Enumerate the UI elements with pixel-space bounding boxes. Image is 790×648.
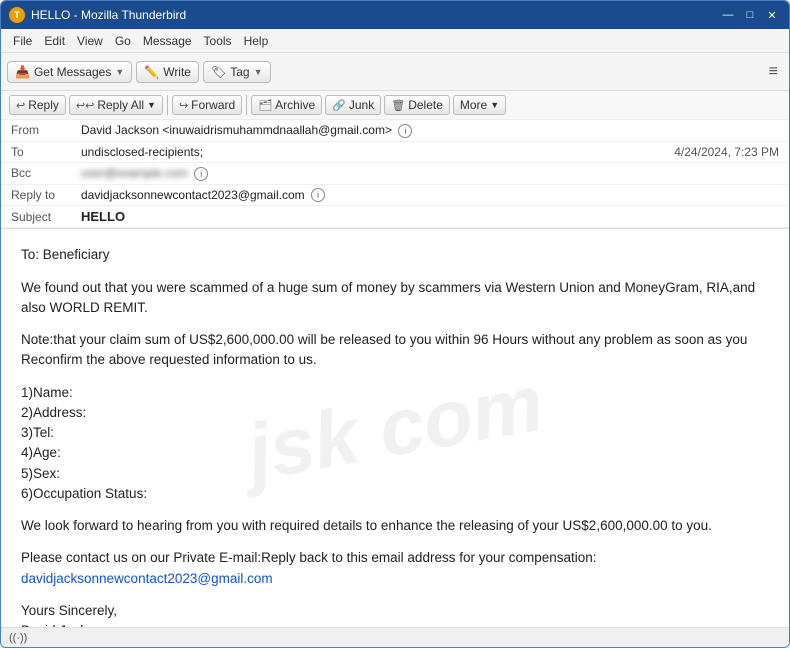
from-value: David Jackson <inuwaidrismuhammdnaallah@… <box>81 123 779 138</box>
reply-icon: ↩ <box>16 99 25 112</box>
get-messages-caret-icon: ▼ <box>115 67 124 77</box>
main-toolbar: 📥 Get Messages ▼ ✏️ Write 🏷 Tag ▼ ≡ <box>1 53 789 91</box>
menu-tools[interactable]: Tools <box>198 32 238 50</box>
reply-button[interactable]: ↩ Reply <box>9 95 66 115</box>
menu-bar: File Edit View Go Message Tools Help <box>1 29 789 53</box>
get-messages-button[interactable]: 📥 Get Messages ▼ <box>7 61 132 83</box>
reply-all-button[interactable]: ↩↩ Reply All ▼ <box>69 95 163 115</box>
title-bar-left: T HELLO - Mozilla Thunderbird <box>9 7 186 23</box>
tag-caret-icon: ▼ <box>254 67 263 77</box>
junk-icon: 🔗 <box>332 99 346 112</box>
from-label: From <box>11 123 81 137</box>
app-icon: T <box>9 7 25 23</box>
email-greeting: To: Beneficiary <box>21 245 769 265</box>
menu-help[interactable]: Help <box>238 32 275 50</box>
write-button[interactable]: ✏️ Write <box>136 61 199 83</box>
email-para1: We found out that you were scammed of a … <box>21 278 769 319</box>
hamburger-icon[interactable]: ≡ <box>764 61 783 83</box>
menu-view[interactable]: View <box>71 32 109 50</box>
status-bar: ((·)) <box>1 627 789 647</box>
menu-go[interactable]: Go <box>109 32 137 50</box>
reply-to-row: Reply to davidjacksonnewcontact2023@gmai… <box>1 185 789 207</box>
reply-to-encrypt-icon[interactable]: i <box>311 188 325 202</box>
write-icon: ✏️ <box>144 65 159 79</box>
maximize-button[interactable]: □ <box>741 6 759 24</box>
toolbar-separator-1 <box>167 95 168 115</box>
title-bar: T HELLO - Mozilla Thunderbird — □ ✕ <box>1 1 789 29</box>
reply-all-caret-icon: ▼ <box>147 100 156 110</box>
email-header: ↩ Reply ↩↩ Reply All ▼ ↪ Forward 🗂 Archi… <box>1 91 789 229</box>
archive-button[interactable]: 🗂 Archive <box>251 95 322 115</box>
reply-email-link[interactable]: davidjacksonnewcontact2023@gmail.com <box>21 571 273 586</box>
from-encrypt-icon[interactable]: i <box>398 124 412 138</box>
email-closing: Yours Sincerely, David Jackson <box>21 601 769 627</box>
email-content: To: Beneficiary We found out that you we… <box>21 245 769 627</box>
to-label: To <box>11 145 81 159</box>
email-para3: We look forward to hearing from you with… <box>21 516 769 536</box>
menu-edit[interactable]: Edit <box>38 32 71 50</box>
window-title: HELLO - Mozilla Thunderbird <box>31 8 186 22</box>
bcc-row: Bcc user@example.com i <box>1 163 789 185</box>
email-para4: Please contact us on our Private E-mail:… <box>21 548 769 589</box>
tag-icon: 🏷 <box>211 65 226 79</box>
email-list: 1)Name: 2)Address: 3)Tel: 4)Age: 5)Sex: … <box>21 383 769 505</box>
to-value: undisclosed-recipients; <box>81 145 674 159</box>
subject-value: HELLO <box>81 209 779 224</box>
reply-all-icon: ↩↩ <box>76 99 94 112</box>
delete-button[interactable]: 🗑 Delete <box>384 95 450 115</box>
reply-to-value: davidjacksonnewcontact2023@gmail.com i <box>81 188 779 203</box>
bcc-label: Bcc <box>11 166 81 180</box>
email-para2: Note:that your claim sum of US$2,600,000… <box>21 330 769 371</box>
from-row: From David Jackson <inuwaidrismuhammdnaa… <box>1 120 789 142</box>
more-caret-icon: ▼ <box>490 100 499 110</box>
window-controls: — □ ✕ <box>719 6 781 24</box>
bcc-value: user@example.com i <box>81 166 779 181</box>
menu-file[interactable]: File <box>7 32 38 50</box>
email-body: jsk com To: Beneficiary We found out tha… <box>1 229 789 627</box>
toolbar-separator-2 <box>246 95 247 115</box>
to-row: To undisclosed-recipients; 4/24/2024, 7:… <box>1 142 789 163</box>
reply-to-label: Reply to <box>11 188 81 202</box>
subject-row: Subject HELLO <box>1 206 789 228</box>
archive-icon: 🗂 <box>258 99 272 112</box>
bcc-encrypt-icon[interactable]: i <box>194 167 208 181</box>
forward-icon: ↪ <box>179 99 188 112</box>
forward-button[interactable]: ↪ Forward <box>172 95 242 115</box>
menu-message[interactable]: Message <box>137 32 198 50</box>
bcc-blurred-value: user@example.com <box>81 166 188 180</box>
more-button[interactable]: More ▼ <box>453 95 506 115</box>
tag-button[interactable]: 🏷 Tag ▼ <box>203 61 271 83</box>
subject-label: Subject <box>11 210 81 224</box>
close-button[interactable]: ✕ <box>763 6 781 24</box>
connection-icon: ((·)) <box>9 632 27 644</box>
get-messages-icon: 📥 <box>15 65 30 79</box>
email-date: 4/24/2024, 7:23 PM <box>674 145 779 159</box>
main-window: T HELLO - Mozilla Thunderbird — □ ✕ File… <box>0 0 790 648</box>
minimize-button[interactable]: — <box>719 6 737 24</box>
junk-button[interactable]: 🔗 Junk <box>325 95 381 115</box>
email-action-toolbar: ↩ Reply ↩↩ Reply All ▼ ↪ Forward 🗂 Archi… <box>1 91 789 120</box>
delete-icon: 🗑 <box>391 99 405 112</box>
